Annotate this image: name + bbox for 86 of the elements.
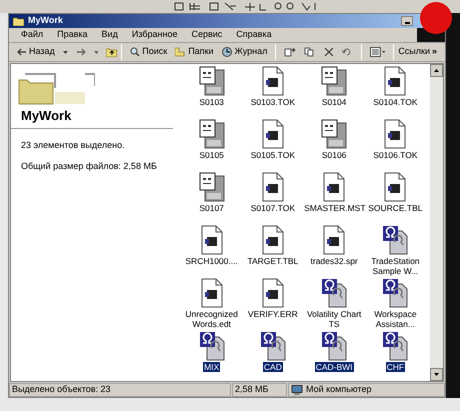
file-item[interactable]: trades32.spr bbox=[304, 225, 365, 278]
file-icon bbox=[260, 119, 285, 149]
panel-title: MyWork bbox=[11, 106, 173, 128]
folder-up-icon[interactable] bbox=[106, 47, 118, 57]
scroll-up-arrow-icon[interactable] bbox=[434, 69, 439, 72]
document-icon bbox=[198, 119, 225, 149]
size-summary: Общий размер файлов: 2,58 МБ bbox=[20, 160, 158, 173]
file-item[interactable]: S0104.TOK bbox=[364, 66, 426, 119]
omega-file-icon bbox=[382, 225, 408, 255]
file-icon bbox=[200, 225, 224, 255]
file-item[interactable]: Workspace Assistan... bbox=[364, 278, 426, 331]
file-icon bbox=[383, 172, 408, 202]
window-title: MyWork bbox=[28, 14, 63, 28]
scroll-down-arrow-icon[interactable] bbox=[434, 373, 439, 376]
file-item[interactable]: TradeStation Sample W... bbox=[364, 225, 426, 278]
caret-icon[interactable] bbox=[94, 50, 98, 54]
move-to-icon[interactable] bbox=[284, 47, 296, 57]
file-item[interactable]: CHF bbox=[364, 331, 426, 381]
file-icon bbox=[383, 66, 408, 96]
status-size: 2,58 МБ bbox=[232, 383, 287, 397]
status-zone: Мой компьютер bbox=[288, 383, 445, 397]
omega-file-icon bbox=[382, 278, 408, 308]
back-arrow-icon bbox=[17, 48, 27, 56]
menu-item[interactable]: Справка bbox=[236, 28, 272, 42]
omega-file-icon bbox=[321, 331, 348, 361]
file-item[interactable]: SMASTER.MST bbox=[304, 172, 365, 225]
folder-icon bbox=[13, 16, 24, 26]
menu-item[interactable]: Правка bbox=[57, 28, 88, 42]
menu-item[interactable]: Вид bbox=[102, 28, 118, 42]
file-item[interactable]: S0107.TOK bbox=[242, 172, 304, 225]
omega-file-icon bbox=[198, 331, 225, 361]
file-item[interactable]: S0106.TOK bbox=[364, 119, 426, 172]
search-icon bbox=[130, 47, 140, 57]
file-icon bbox=[200, 278, 224, 308]
menu-item[interactable]: Избранное bbox=[132, 28, 178, 42]
file-icon bbox=[322, 172, 346, 202]
omega-file-icon bbox=[260, 331, 286, 361]
file-icon bbox=[260, 225, 285, 255]
history-button[interactable]: Журнал bbox=[218, 45, 272, 59]
file-item[interactable]: MIX bbox=[181, 331, 242, 381]
search-button[interactable]: Поиск bbox=[126, 45, 172, 59]
links-label[interactable]: Ссылки bbox=[398, 45, 430, 59]
document-icon bbox=[321, 66, 348, 96]
file-item[interactable]: SRCH1000.... bbox=[181, 225, 242, 278]
links-more-button[interactable]: » bbox=[432, 45, 438, 59]
file-icon bbox=[260, 66, 285, 96]
document-icon bbox=[321, 119, 348, 149]
file-item[interactable]: Unrecognized Words.edt bbox=[181, 278, 242, 331]
computer-icon bbox=[291, 385, 303, 395]
file-item[interactable]: CAD-BWI bbox=[304, 331, 365, 381]
document-icon bbox=[198, 66, 225, 96]
undo-icon[interactable] bbox=[342, 47, 353, 57]
folders-button[interactable]: Папки bbox=[171, 45, 218, 59]
file-item[interactable]: S0107 bbox=[181, 172, 242, 225]
minimize-button[interactable] bbox=[401, 16, 413, 26]
status-selection: Выделено объектов: 23 bbox=[9, 383, 231, 397]
menu-item[interactable]: Файл bbox=[21, 28, 44, 42]
file-item[interactable]: TARGET.TBL bbox=[242, 225, 304, 278]
selection-summary: 23 элементов выделено. bbox=[20, 138, 126, 152]
file-item[interactable]: CAD bbox=[242, 331, 304, 381]
menu-item[interactable]: Сервис bbox=[191, 28, 222, 42]
folders-icon bbox=[175, 47, 186, 57]
omega-file-icon bbox=[321, 278, 348, 308]
file-item[interactable]: S0105.TOK bbox=[242, 119, 304, 172]
file-item[interactable]: S0106 bbox=[304, 119, 365, 172]
forward-arrow-icon[interactable] bbox=[76, 48, 86, 56]
copy-to-icon[interactable] bbox=[304, 47, 316, 57]
file-item[interactable]: S0105 bbox=[181, 119, 242, 172]
file-icon bbox=[260, 278, 285, 308]
file-item[interactable]: VERIFY.ERR bbox=[242, 278, 304, 331]
scrollbar[interactable] bbox=[430, 64, 443, 381]
omega-file-icon bbox=[382, 331, 408, 361]
file-item[interactable]: Volatility Chart TS bbox=[304, 278, 365, 331]
views-icon[interactable] bbox=[370, 47, 386, 57]
caret-icon[interactable] bbox=[62, 50, 68, 54]
file-icon bbox=[383, 119, 408, 149]
file-icon bbox=[260, 172, 285, 202]
file-item[interactable]: S0103 bbox=[181, 66, 242, 119]
document-icon bbox=[198, 172, 225, 202]
delete-icon[interactable] bbox=[324, 47, 334, 57]
globe-clock-icon bbox=[222, 47, 233, 57]
file-item[interactable]: S0104 bbox=[304, 66, 365, 119]
back-button[interactable]: Назад bbox=[17, 45, 55, 59]
file-icon bbox=[322, 225, 346, 255]
file-item[interactable]: S0103.TOK bbox=[242, 66, 304, 119]
file-item[interactable]: SOURCE.TBL bbox=[364, 172, 426, 225]
